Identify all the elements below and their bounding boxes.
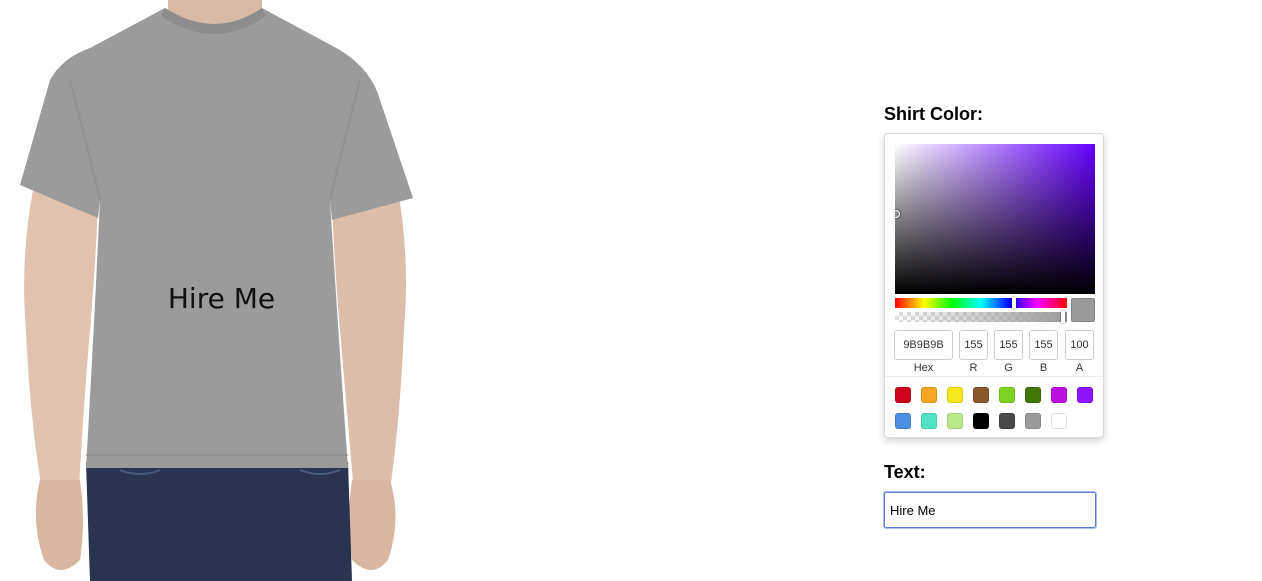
preset-swatch[interactable] xyxy=(1051,387,1067,403)
preset-swatch[interactable] xyxy=(895,413,911,429)
green-input[interactable] xyxy=(994,330,1023,360)
alpha-caption: A xyxy=(1075,362,1084,374)
blue-input[interactable] xyxy=(1029,330,1058,360)
preset-swatch[interactable] xyxy=(1025,413,1041,429)
blue-caption: B xyxy=(1039,362,1048,374)
saturation-area[interactable] xyxy=(895,144,1095,294)
shirt-print-text: Hire Me xyxy=(167,282,276,315)
red-field-group: R xyxy=(959,330,988,374)
preset-swatch[interactable] xyxy=(947,387,963,403)
green-field-group: G xyxy=(994,330,1023,374)
shirt-text-input[interactable] xyxy=(883,491,1097,529)
preset-swatch[interactable] xyxy=(1051,413,1067,429)
red-caption: R xyxy=(969,362,978,374)
preset-swatch[interactable] xyxy=(921,387,937,403)
active-color-swatch xyxy=(1071,298,1095,322)
preset-swatch[interactable] xyxy=(973,387,989,403)
blue-field-group: B xyxy=(1029,330,1058,374)
preset-swatch[interactable] xyxy=(999,387,1015,403)
hue-slider-handle[interactable] xyxy=(1012,297,1016,309)
hex-input[interactable] xyxy=(894,330,953,360)
shirt-preview: Hire Me xyxy=(0,0,430,581)
preset-swatch[interactable] xyxy=(973,413,989,429)
color-picker: Hex R G B A xyxy=(884,133,1104,438)
hex-field-group: Hex xyxy=(894,330,953,374)
preset-swatch[interactable] xyxy=(921,413,937,429)
text-label: Text: xyxy=(884,462,926,482)
alpha-field-group: A xyxy=(1065,330,1094,374)
green-caption: G xyxy=(1004,362,1013,374)
preset-swatch[interactable] xyxy=(947,413,963,429)
hex-caption: Hex xyxy=(913,362,934,374)
alpha-slider[interactable] xyxy=(895,311,1067,323)
hue-slider[interactable] xyxy=(895,297,1067,309)
preset-swatch[interactable] xyxy=(999,413,1015,429)
preset-swatch[interactable] xyxy=(1025,387,1041,403)
red-input[interactable] xyxy=(959,330,988,360)
preset-swatch[interactable] xyxy=(1077,387,1093,403)
alpha-input[interactable] xyxy=(1065,330,1094,360)
shirt-color-label: Shirt Color: xyxy=(884,104,983,124)
preset-swatch[interactable] xyxy=(895,387,911,403)
alpha-slider-handle[interactable] xyxy=(1061,311,1065,323)
picker-divider xyxy=(885,376,1103,377)
